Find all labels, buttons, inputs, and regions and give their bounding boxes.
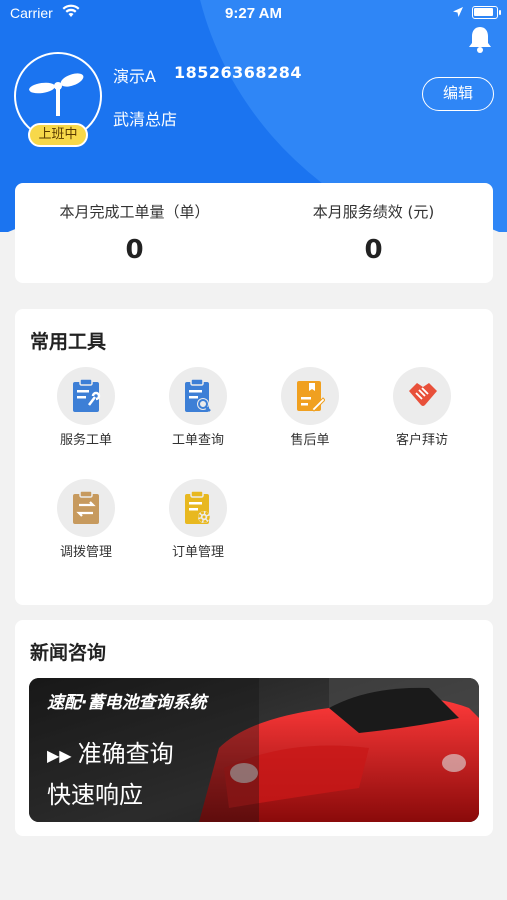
- stat-value: 0: [364, 235, 383, 265]
- news-banner[interactable]: 速配·蓄电池查询系统 ▶▶ 准确查询 快速响应: [29, 678, 479, 822]
- news-card: 新闻咨询 速配·蓄电池查询系统 ▶▶ 准确查询 快速响应: [15, 620, 493, 836]
- location-arrow-icon: [453, 7, 463, 17]
- banner-line-2: 快速响应: [47, 781, 143, 809]
- tool-customer-visit[interactable]: 客户拜访: [366, 367, 478, 461]
- battery-icon: [472, 6, 501, 19]
- service-order-icon: [57, 367, 115, 425]
- bell-icon[interactable]: [466, 24, 494, 54]
- tool-label: 工单查询: [171, 433, 224, 448]
- stat-label: 本月完成工单量（单）: [59, 203, 210, 221]
- stat-value: 0: [125, 235, 144, 265]
- status-bar: Carrier 9:27 AM: [0, 0, 507, 28]
- order-manage-icon: [169, 479, 227, 537]
- stats-card: 本月完成工单量（单） 0 本月服务绩效 (元) 0: [15, 183, 493, 283]
- transfer-icon: [57, 479, 115, 537]
- tool-label: 客户拜访: [395, 433, 448, 448]
- tool-label: 服务工单: [59, 433, 112, 448]
- user-phone: 18526368284: [174, 63, 302, 82]
- clock: 9:27 AM: [225, 5, 282, 22]
- section-title: 新闻咨询: [30, 642, 107, 664]
- tool-transfer[interactable]: 调拨管理: [30, 479, 142, 573]
- edit-button[interactable]: 编辑: [422, 77, 494, 111]
- banner-line-1: ▶▶ 准确查询: [47, 734, 174, 769]
- monthly-performance-stat[interactable]: 本月服务绩效 (元) 0: [254, 183, 493, 283]
- monthly-orders-stat[interactable]: 本月完成工单量（单） 0: [15, 183, 254, 283]
- stat-label: 本月服务绩效 (元): [312, 203, 435, 221]
- tool-after-sales[interactable]: 售后单: [254, 367, 366, 461]
- banner-title: 速配·蓄电池查询系统: [47, 693, 207, 713]
- tool-label: 订单管理: [171, 545, 224, 560]
- after-sales-icon: [281, 367, 339, 425]
- tools-card: 常用工具 服务工单 工单查询 售后单 客户拜访 调拨管理 订单管理: [15, 309, 493, 605]
- handshake-icon: [393, 367, 451, 425]
- status-badge: 上班中: [28, 123, 88, 147]
- tool-service-order[interactable]: 服务工单: [30, 367, 142, 461]
- order-search-icon: [169, 367, 227, 425]
- user-name: 演示A: [113, 67, 156, 86]
- tool-order-search[interactable]: 工单查询: [142, 367, 254, 461]
- double-chevron-icon: ▶▶: [47, 745, 72, 765]
- banner-line-1-text: 准确查询: [77, 740, 174, 768]
- store-name: 武清总店: [113, 110, 178, 129]
- propeller-logo-icon: [29, 73, 84, 116]
- tool-order-manage[interactable]: 订单管理: [142, 479, 254, 573]
- tool-label: 售后单: [290, 433, 330, 448]
- tool-label: 调拨管理: [59, 545, 112, 560]
- section-title: 常用工具: [30, 331, 107, 353]
